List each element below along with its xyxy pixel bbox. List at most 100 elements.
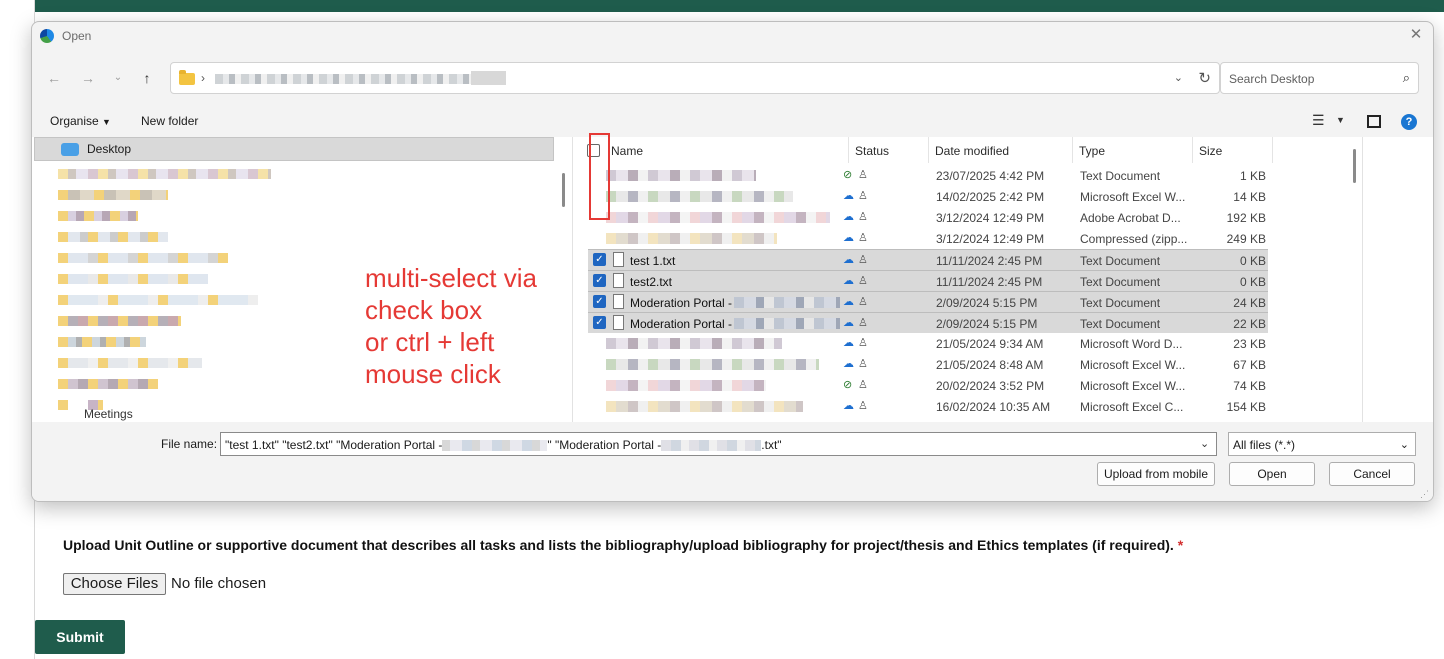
- redacted-text: [442, 440, 548, 452]
- person-icon: ♙: [858, 275, 868, 287]
- address-bar[interactable]: › ⌄ ↻: [170, 62, 1220, 94]
- caret-down-icon[interactable]: ▼: [1336, 115, 1345, 125]
- column-divider: [1072, 137, 1073, 163]
- cloud-icon: ☁: [843, 337, 854, 349]
- chevron-down-icon: ⌄: [1399, 439, 1409, 451]
- row-checkbox[interactable]: ✓: [593, 316, 606, 329]
- organise-button[interactable]: Organise ▼: [50, 114, 111, 128]
- nav-item-label: Desktop: [87, 142, 132, 156]
- file-size: 192 KB: [1226, 211, 1266, 225]
- recent-locations-chevron-icon[interactable]: ⌄: [108, 68, 128, 88]
- choose-files-button[interactable]: Choose Files: [63, 573, 166, 595]
- file-type: Text Document: [1080, 317, 1161, 331]
- redacted-path: [471, 71, 506, 85]
- file-row[interactable]: ☁ ♙ 21/05/2024 9:34 AM Microsoft Word D... 2…: [588, 333, 1268, 354]
- nav-scrollbar[interactable]: [562, 173, 565, 207]
- file-row[interactable]: ✓ Moderation Portal - ☁ ♙ 2/09/2024 5:15 PM T…: [588, 312, 1268, 333]
- no-file-status: No file chosen: [171, 575, 267, 592]
- column-size[interactable]: Size: [1199, 144, 1222, 158]
- file-list-header: Name Status Date modified Type Size: [573, 137, 1363, 165]
- file-date: 21/05/2024 9:34 AM: [936, 337, 1044, 351]
- column-type[interactable]: Type: [1079, 144, 1105, 158]
- page-header-bar: [35, 0, 1444, 12]
- dialog-titlebar: Open ✕: [32, 22, 1433, 50]
- file-name: Moderation Portal -: [630, 317, 733, 331]
- file-date: 3/12/2024 12:49 PM: [936, 211, 1045, 225]
- view-list-icon[interactable]: ☰: [1312, 112, 1325, 129]
- upload-from-mobile-button[interactable]: Upload from mobile: [1097, 462, 1215, 486]
- forward-arrow-icon[interactable]: →: [78, 68, 98, 88]
- person-icon: ♙: [858, 211, 868, 223]
- file-type: Text Document: [1080, 169, 1161, 183]
- file-row[interactable]: ☁ ♙ 21/05/2024 8:48 AM Microsoft Excel W...…: [588, 354, 1268, 375]
- file-type-filter-value: All files (*.*): [1233, 438, 1296, 452]
- cloud-icon: ☁: [843, 358, 854, 370]
- dialog-content: Desktop Meetings multi-select via check …: [32, 137, 1433, 422]
- submit-button[interactable]: Submit: [35, 620, 125, 654]
- row-checkbox[interactable]: ✓: [593, 253, 606, 266]
- file-date: 2/09/2024 5:15 PM: [936, 296, 1038, 310]
- file-size: 0 KB: [1239, 254, 1266, 268]
- file-date: 14/02/2025 2:42 PM: [936, 190, 1045, 204]
- text-file-icon: [613, 273, 624, 288]
- column-status[interactable]: Status: [855, 144, 889, 158]
- preview-pane-icon[interactable]: [1367, 115, 1381, 128]
- file-list-scrollbar[interactable]: [1353, 149, 1356, 183]
- file-row[interactable]: ✓ Moderation Portal - ☁ ♙ 2/09/2024 5:15 PM T…: [588, 291, 1268, 312]
- file-row[interactable]: ✓ test 1.txt ☁ ♙ 11/11/2024 2:45 PM Text Docu…: [588, 249, 1268, 270]
- column-name[interactable]: Name: [611, 144, 643, 158]
- up-arrow-icon[interactable]: ↑: [137, 68, 157, 88]
- file-type: Microsoft Excel C...: [1080, 400, 1184, 414]
- address-row: ← → ⌄ ↑ › ⌄ ↻ Search Desktop ⌕: [32, 58, 1433, 98]
- cancel-button[interactable]: Cancel: [1329, 462, 1415, 486]
- organise-label: Organise: [50, 114, 99, 128]
- redacted-file-name: [606, 401, 803, 412]
- file-name: test 1.txt: [630, 254, 676, 268]
- row-checkbox[interactable]: ✓: [593, 274, 606, 287]
- search-input[interactable]: Search Desktop ⌕: [1220, 62, 1419, 94]
- column-date-modified[interactable]: Date modified: [935, 144, 1009, 158]
- person-icon: ♙: [858, 317, 868, 329]
- file-row[interactable]: ⊘ ♙ 20/02/2024 3:52 PM Microsoft Excel W...…: [588, 375, 1268, 396]
- nav-item-desktop[interactable]: Desktop: [34, 137, 554, 161]
- chevron-down-icon[interactable]: ⌄: [1174, 71, 1183, 84]
- refresh-icon[interactable]: ↻: [1198, 69, 1211, 87]
- column-divider: [928, 137, 929, 163]
- chevron-down-icon[interactable]: ⌄: [1200, 437, 1209, 450]
- help-icon[interactable]: ?: [1401, 114, 1417, 130]
- file-row[interactable]: ☁ ♙ 3/12/2024 12:49 PM Adobe Acrobat D... 19…: [588, 207, 1268, 228]
- file-row[interactable]: ☁ ♙ 16/02/2024 10:35 AM Microsoft Excel C..…: [588, 396, 1268, 417]
- required-marker: *: [1177, 537, 1184, 553]
- back-arrow-icon[interactable]: ←: [44, 68, 64, 88]
- person-icon: ♙: [858, 254, 868, 266]
- new-folder-button[interactable]: New folder: [141, 114, 198, 128]
- file-name-text: .txt": [761, 438, 782, 452]
- file-row[interactable]: ⊘ ♙ 23/07/2025 4:42 PM Text Document 1 KB: [588, 165, 1268, 186]
- cloud-icon: ☁: [843, 296, 854, 308]
- resize-grip-icon[interactable]: ⋰: [1420, 489, 1429, 500]
- person-icon: ♙: [858, 296, 868, 308]
- search-icon[interactable]: ⌕: [1403, 70, 1410, 86]
- file-size: 67 KB: [1233, 358, 1266, 372]
- file-name-input[interactable]: "test 1.txt" "test2.txt" "Moderation Por…: [220, 432, 1217, 456]
- row-checkbox[interactable]: ✓: [593, 295, 606, 308]
- file-type: Text Document: [1080, 254, 1161, 268]
- file-type-filter[interactable]: All files (*.*) ⌄: [1228, 432, 1416, 456]
- file-date: 21/05/2024 8:48 AM: [936, 358, 1044, 372]
- text-file-icon: [613, 294, 624, 309]
- person-icon: ♙: [858, 379, 868, 391]
- nav-item-meetings[interactable]: Meetings: [84, 407, 133, 421]
- redacted-file-name: [606, 380, 766, 391]
- cloud-folder-icon: [61, 143, 79, 156]
- close-icon[interactable]: ✕: [1407, 26, 1425, 44]
- breadcrumb-chevron-icon: ›: [201, 71, 205, 85]
- open-button[interactable]: Open: [1229, 462, 1315, 486]
- redacted-file-name: [606, 233, 777, 244]
- file-row[interactable]: ☁ ♙ 14/02/2025 2:42 PM Microsoft Excel W...…: [588, 186, 1268, 207]
- person-icon: ♙: [858, 169, 868, 181]
- column-divider: [1272, 137, 1273, 163]
- cloud-icon: ☁: [843, 400, 854, 412]
- file-size: 23 KB: [1233, 337, 1266, 351]
- file-row[interactable]: ✓ test2.txt ☁ ♙ 11/11/2024 2:45 PM Text Docum…: [588, 270, 1268, 291]
- file-row[interactable]: ☁ ♙ 3/12/2024 12:49 PM Compressed (zipp... 2…: [588, 228, 1268, 249]
